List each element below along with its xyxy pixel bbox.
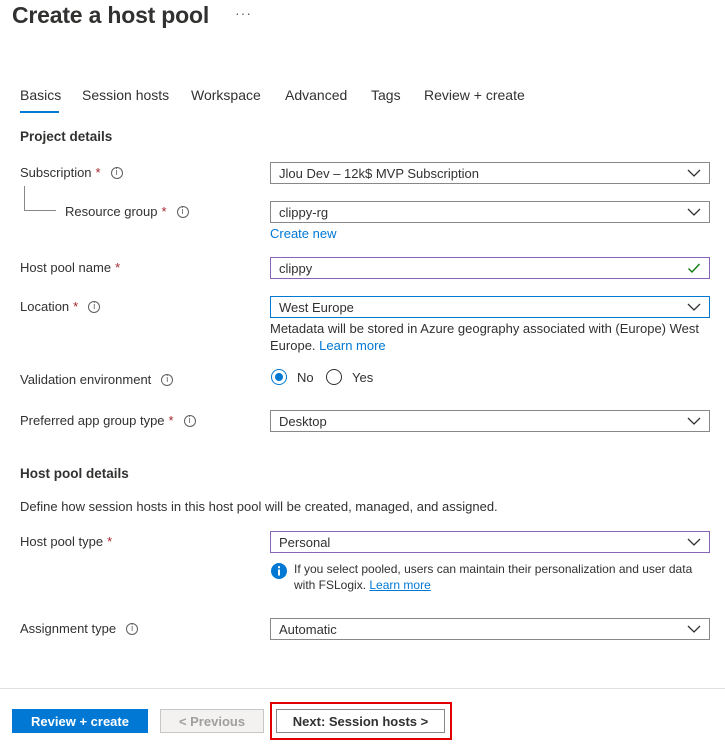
host-pool-name-input[interactable]: clippy [270, 257, 710, 279]
chevron-down-icon [687, 303, 701, 311]
radio-unselected-icon[interactable] [326, 369, 342, 385]
required-marker: * [107, 534, 113, 549]
tab-review-create[interactable]: Review + create [424, 87, 525, 103]
chevron-down-icon [687, 625, 701, 633]
host-pool-name-label-text: Host pool name [20, 260, 112, 275]
active-tab-indicator [20, 111, 59, 113]
preferred-app-group-type-value: Desktop [279, 413, 327, 429]
subscription-dropdown[interactable]: Jlou Dev – 12k$ MVP Subscription [270, 162, 710, 184]
subscription-label-text: Subscription [20, 165, 92, 180]
assignment-type-value: Automatic [279, 621, 337, 637]
preferred-app-group-type-dropdown[interactable]: Desktop [270, 410, 710, 432]
validation-environment-label: Validation environment i [20, 372, 174, 387]
required-marker: * [168, 413, 174, 428]
required-marker: * [95, 165, 101, 180]
info-icon[interactable]: i [88, 300, 101, 313]
chevron-down-icon [687, 169, 701, 177]
project-details-heading: Project details [20, 129, 113, 144]
location-label: Location * i [20, 299, 101, 314]
location-label-text: Location [20, 299, 70, 314]
host-pool-type-learn-more-link[interactable]: Learn more [369, 578, 430, 592]
tree-connector-branch [24, 210, 56, 211]
previous-button[interactable]: < Previous [160, 709, 264, 733]
page-title: Create a host pool [12, 2, 210, 28]
location-value: West Europe [279, 299, 354, 315]
host-pool-type-value: Personal [279, 534, 331, 550]
tab-basics[interactable]: Basics [20, 87, 61, 103]
radio-selected-icon[interactable] [271, 369, 287, 385]
resource-group-dropdown[interactable]: clippy-rg [270, 201, 710, 223]
more-options-icon[interactable]: ··· [235, 5, 252, 21]
info-icon[interactable]: i [110, 166, 123, 179]
resource-group-value: clippy-rg [279, 204, 329, 220]
host-pool-type-info-text: If you select pooled, users can maintain… [294, 562, 693, 592]
required-marker: * [73, 299, 79, 314]
preferred-app-group-type-label: Preferred app group type * i [20, 413, 196, 428]
validation-radio-no[interactable]: No [271, 369, 314, 385]
info-icon[interactable]: i [161, 373, 174, 386]
tab-advanced[interactable]: Advanced [285, 87, 347, 103]
checkmark-icon [688, 263, 701, 274]
location-learn-more-link[interactable]: Learn more [319, 338, 385, 353]
chevron-down-icon [687, 417, 701, 425]
tab-workspace[interactable]: Workspace [191, 87, 261, 103]
location-dropdown[interactable]: West Europe [270, 296, 710, 318]
host-pool-details-description: Define how session hosts in this host po… [20, 499, 498, 514]
info-icon[interactable]: i [126, 622, 139, 635]
subscription-value: Jlou Dev – 12k$ MVP Subscription [279, 165, 479, 181]
footer-divider [0, 688, 725, 689]
preferred-app-group-type-label-text: Preferred app group type [20, 413, 165, 428]
tab-session-hosts[interactable]: Session hosts [82, 87, 169, 103]
tab-tags[interactable]: Tags [371, 87, 401, 103]
radio-no-label: No [297, 369, 314, 385]
required-marker: * [115, 260, 121, 275]
host-pool-details-heading: Host pool details [20, 466, 129, 481]
validation-radio-yes[interactable]: Yes [326, 369, 373, 385]
host-pool-name-value: clippy [279, 260, 313, 276]
info-icon[interactable]: i [183, 414, 196, 427]
radio-yes-label: Yes [352, 369, 374, 385]
tree-connector-icon [24, 186, 25, 210]
required-marker: * [161, 204, 167, 219]
assignment-type-label-text: Assignment type [20, 621, 117, 636]
host-pool-type-label: Host pool type * [20, 534, 112, 549]
review-create-button[interactable]: Review + create [12, 709, 148, 733]
host-pool-type-info: If you select pooled, users can maintain… [294, 561, 714, 593]
host-pool-type-label-text: Host pool type [20, 534, 104, 549]
location-help-text: Metadata will be stored in Azure geograp… [270, 320, 715, 354]
assignment-type-label: Assignment type i [20, 621, 139, 636]
highlight-box [270, 702, 452, 740]
assignment-type-dropdown[interactable]: Automatic [270, 618, 710, 640]
validation-environment-label-text: Validation environment [20, 372, 152, 387]
info-filled-icon [270, 562, 288, 580]
subscription-label: Subscription * i [20, 165, 123, 180]
chevron-down-icon [687, 538, 701, 546]
info-icon[interactable]: i [176, 205, 189, 218]
chevron-down-icon [687, 208, 701, 216]
resource-group-label: Resource group * i [65, 204, 189, 219]
create-new-link[interactable]: Create new [270, 226, 336, 241]
host-pool-name-label: Host pool name * [20, 260, 120, 275]
resource-group-label-text: Resource group [65, 204, 158, 219]
host-pool-type-dropdown[interactable]: Personal [270, 531, 710, 553]
